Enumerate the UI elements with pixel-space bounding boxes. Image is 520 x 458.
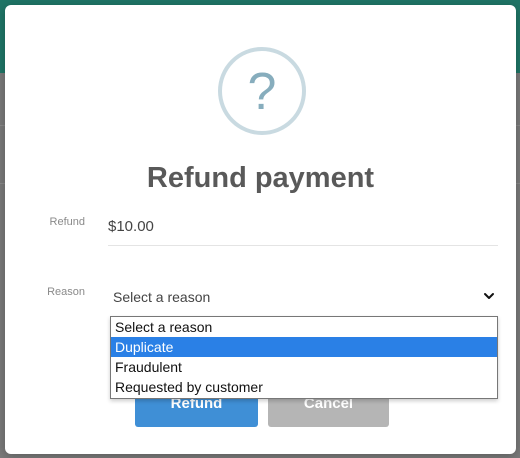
chevron-down-icon xyxy=(484,293,494,299)
amount-underline xyxy=(108,245,498,246)
question-mark-icon: ? xyxy=(218,47,306,135)
reason-dropdown-list: Select a reason Duplicate Fraudulent Req… xyxy=(110,316,498,399)
dialog-title: Refund payment xyxy=(146,162,375,194)
question-mark-glyph: ? xyxy=(247,63,277,121)
reason-label: Reason xyxy=(47,286,85,298)
dropdown-option-fraudulent[interactable]: Fraudulent xyxy=(111,357,497,377)
reason-select-value: Select a reason xyxy=(113,289,211,305)
refund-label: Refund xyxy=(49,216,85,228)
dropdown-option-duplicate[interactable]: Duplicate xyxy=(111,337,497,357)
dropdown-option-select-a-reason[interactable]: Select a reason xyxy=(111,317,497,337)
dropdown-option-requested-by-customer[interactable]: Requested by customer xyxy=(111,377,497,397)
reason-select[interactable]: Select a reason xyxy=(108,284,498,310)
refund-amount-field[interactable]: $10.00 xyxy=(108,218,154,235)
